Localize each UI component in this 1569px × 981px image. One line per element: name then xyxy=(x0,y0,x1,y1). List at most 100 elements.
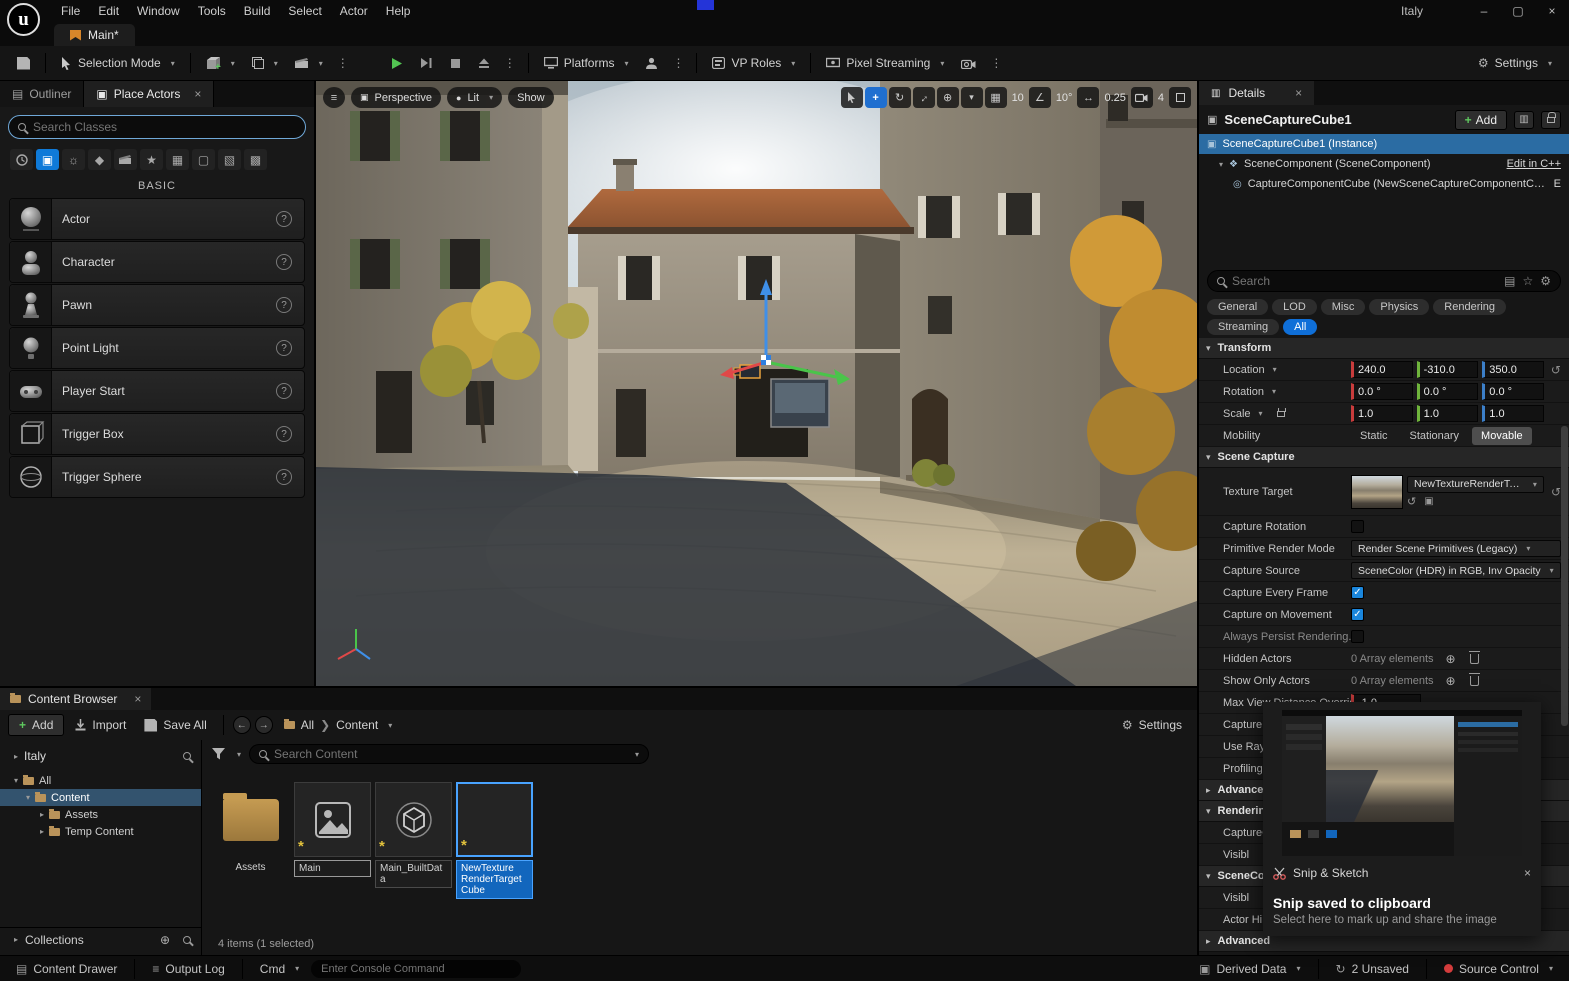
place-actor-item[interactable]: Player Start ? xyxy=(9,370,305,412)
capture-every-frame-checkbox[interactable]: ✓ xyxy=(1351,586,1364,599)
rotation-y-input[interactable]: 0.0 ° xyxy=(1417,383,1479,400)
place-actor-item[interactable]: Character ? xyxy=(9,241,305,283)
filter-streaming[interactable]: Streaming xyxy=(1207,319,1279,335)
editor-mode-dropdown[interactable]: Selection Mode ▾ xyxy=(54,51,182,75)
scale-y-input[interactable]: 1.0 xyxy=(1417,405,1479,422)
help-icon[interactable]: ? xyxy=(276,426,292,442)
snip-thumbnail[interactable] xyxy=(1282,710,1522,856)
view-mode-dropdown[interactable]: ● Lit ▾ xyxy=(447,87,502,108)
maximize-viewport-button[interactable] xyxy=(1169,87,1191,108)
unsaved-button[interactable]: ↻ 2 Unsaved xyxy=(1328,959,1417,979)
tab-content-browser[interactable]: Content Browser × xyxy=(0,688,151,710)
details-search-input[interactable] xyxy=(1232,274,1497,288)
viewport-options-menu[interactable]: ≡ xyxy=(323,87,345,108)
place-actor-item[interactable]: Pawn ? xyxy=(9,284,305,326)
console-command-input[interactable] xyxy=(321,963,511,975)
restore-button[interactable]: ▢ xyxy=(1501,0,1535,22)
help-icon[interactable]: ? xyxy=(276,383,292,399)
tab-outliner[interactable]: ▤ Outliner xyxy=(0,81,84,107)
capture-source-dropdown[interactable]: SceneColor (HDR) in RGB, Inv Opacity▾ xyxy=(1351,562,1561,579)
add-component-button[interactable]: + Add xyxy=(1455,110,1507,130)
details-scrollbar[interactable] xyxy=(1561,426,1568,726)
trash-icon[interactable] xyxy=(1470,654,1479,664)
filter-rendering[interactable]: Rendering xyxy=(1433,299,1506,315)
scale-label[interactable]: Scale▾ xyxy=(1223,408,1351,420)
close-icon[interactable]: × xyxy=(1524,866,1531,880)
forward-button[interactable]: → xyxy=(255,716,273,734)
display-filter-icon[interactable]: ▤ xyxy=(1504,274,1515,288)
component-tree-capture-component[interactable]: ◎ CaptureComponentCube (NewSceneCaptureC… xyxy=(1199,174,1569,194)
filter-all[interactable]: All xyxy=(1283,319,1317,335)
menu-select[interactable]: Select xyxy=(279,1,330,21)
platforms-dropdown[interactable]: Platforms ▾ xyxy=(537,51,636,75)
help-icon[interactable]: ? xyxy=(276,340,292,356)
select-tool-button[interactable] xyxy=(841,87,863,108)
menu-build[interactable]: Build xyxy=(235,1,280,21)
multi-user-button[interactable] xyxy=(638,52,665,74)
perspective-dropdown[interactable]: ▣ Perspective xyxy=(351,87,441,108)
tab-details[interactable]: ▥ Details × xyxy=(1199,81,1314,105)
grid-snap-value[interactable]: 10 xyxy=(1009,92,1027,104)
favorites-star-icon[interactable]: ☆ xyxy=(1522,274,1533,288)
menu-file[interactable]: File xyxy=(52,1,89,21)
menu-tools[interactable]: Tools xyxy=(189,1,235,21)
derived-data-button[interactable]: ▣ Derived Data ▾ xyxy=(1191,959,1308,979)
source-selector[interactable]: ▸ Italy xyxy=(0,744,201,768)
basic-category-icon[interactable]: ▣ xyxy=(36,149,59,170)
visual-effects-category-icon[interactable]: ★ xyxy=(140,149,163,170)
collections-section[interactable]: ▸ Collections ⊕ xyxy=(0,927,201,951)
menu-edit[interactable]: Edit xyxy=(89,1,128,21)
component-tree-scene-component[interactable]: ▾ ❖ SceneComponent (SceneComponent) Edit… xyxy=(1199,154,1569,174)
output-log-button[interactable]: ≡ Output Log xyxy=(144,959,232,979)
camera-options-icon[interactable]: ⋮ xyxy=(986,56,1006,70)
camera-speed-value[interactable]: 4 xyxy=(1155,92,1167,104)
search-classes-input[interactable] xyxy=(33,120,296,134)
tab-place-actors[interactable]: ▣ Place Actors × xyxy=(84,81,214,107)
stop-button[interactable] xyxy=(443,53,468,74)
location-label[interactable]: Location▾ xyxy=(1223,364,1351,376)
move-tool-button[interactable]: + xyxy=(865,87,887,108)
breadcrumb-all[interactable]: All xyxy=(301,718,314,732)
component-tree-root[interactable]: ▣ SceneCaptureCube1 (Instance) xyxy=(1199,134,1569,154)
scale-snap-button[interactable]: ↔ xyxy=(1077,87,1099,108)
add-element-icon[interactable]: ⊕ xyxy=(1446,652,1456,666)
location-x-input[interactable]: 240.0 xyxy=(1351,361,1413,378)
rotation-snap-value[interactable]: 10° xyxy=(1053,92,1076,104)
search-icon[interactable] xyxy=(183,752,191,760)
pixel-streaming-dropdown[interactable]: Pixel Streaming ▾ xyxy=(819,51,951,75)
place-actor-item[interactable]: Point Light ? xyxy=(9,327,305,369)
scale-tool-button[interactable]: ↔ xyxy=(913,87,935,108)
mobility-stationary[interactable]: Stationary xyxy=(1401,427,1469,445)
tree-item-content[interactable]: ▾ Content xyxy=(0,789,201,806)
close-icon[interactable]: × xyxy=(134,692,141,706)
breadcrumb-content[interactable]: Content xyxy=(336,718,378,732)
filter-physics[interactable]: Physics xyxy=(1369,299,1429,315)
filter-misc[interactable]: Misc xyxy=(1321,299,1366,315)
scale-lock-icon[interactable] xyxy=(1277,411,1285,417)
grid-snap-button[interactable]: ▦ xyxy=(985,87,1007,108)
scale-snap-value[interactable]: 0.25 xyxy=(1101,92,1128,104)
close-icon[interactable]: × xyxy=(194,87,201,101)
geometry-category-icon[interactable]: ▦ xyxy=(166,149,189,170)
save-button[interactable] xyxy=(10,52,37,75)
location-y-input[interactable]: -310.0 xyxy=(1417,361,1479,378)
search-icon[interactable] xyxy=(183,936,191,944)
asset-folder-assets[interactable]: Assets xyxy=(212,782,289,876)
help-icon[interactable]: ? xyxy=(276,211,292,227)
lights-category-icon[interactable]: ☼ xyxy=(62,149,85,170)
browse-asset-icon[interactable]: ▣ xyxy=(1424,496,1433,507)
settings-gear-icon[interactable]: ⚙ xyxy=(1540,274,1551,288)
eject-button[interactable] xyxy=(471,52,497,74)
minimize-button[interactable]: – xyxy=(1467,0,1501,22)
rotation-x-input[interactable]: 0.0 ° xyxy=(1351,383,1413,400)
import-button[interactable]: Import xyxy=(68,713,133,737)
tree-item-assets[interactable]: ▸ Assets xyxy=(0,806,201,823)
blueprints-button[interactable]: ▾ xyxy=(245,52,285,74)
trash-icon[interactable] xyxy=(1470,676,1479,686)
rotation-label[interactable]: Rotation▾ xyxy=(1223,386,1351,398)
location-z-input[interactable]: 350.0 xyxy=(1482,361,1544,378)
unreal-logo-icon[interactable]: u xyxy=(7,3,40,36)
add-element-icon[interactable]: ⊕ xyxy=(1446,674,1456,688)
close-icon[interactable]: × xyxy=(1295,86,1302,100)
rotation-snap-button[interactable]: ∠ xyxy=(1029,87,1051,108)
